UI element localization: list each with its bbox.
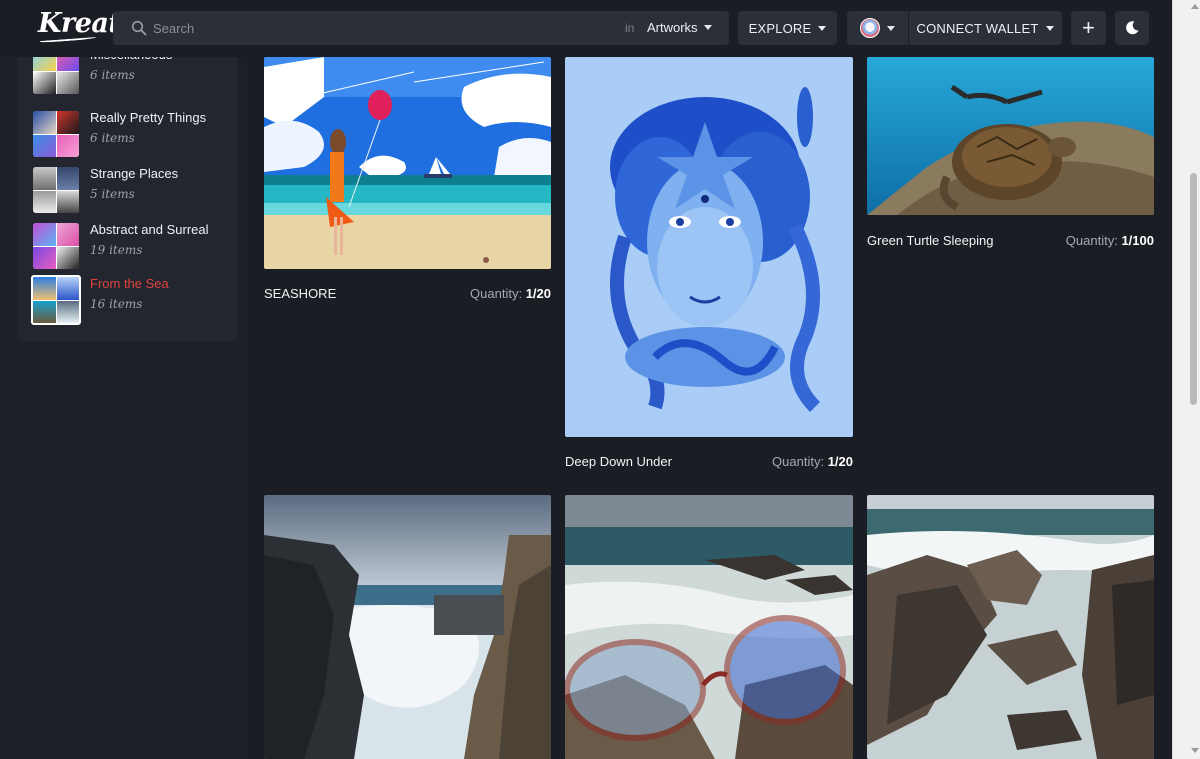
collection-thumbnail: [33, 167, 79, 213]
artwork-quantity: Quantity: 1/20: [421, 286, 551, 301]
artwork-image-glasses-on-rocks[interactable]: [565, 495, 853, 759]
quantity-value: 1/100: [1121, 233, 1154, 248]
sidebar: Miscellaneous 6 items Really Pretty Thin…: [0, 47, 247, 759]
explore-label: EXPLORE: [748, 20, 812, 36]
account-menu-button[interactable]: [847, 11, 909, 45]
search-bar: in Artworks: [113, 11, 729, 45]
deep-down-under-artwork: [565, 57, 853, 437]
chevron-down-icon: [818, 25, 827, 31]
glasses-rocks-artwork: [565, 495, 853, 759]
artwork-title[interactable]: Deep Down Under: [565, 454, 672, 469]
artwork-image-rocky-inlet[interactable]: [264, 495, 551, 759]
artwork-title[interactable]: Green Turtle Sleeping: [867, 233, 993, 248]
search-scope-label: Artworks: [647, 20, 698, 35]
artwork-quantity: Quantity: 1/20: [723, 454, 853, 469]
search-in-label: in: [625, 21, 635, 35]
artwork-image-crashing-waves[interactable]: [867, 495, 1154, 759]
scroll-down-arrow-icon[interactable]: [1191, 748, 1199, 753]
chevron-down-icon: [1046, 25, 1055, 31]
rocky-inlet-artwork: [264, 495, 551, 759]
collection-list: Miscellaneous 6 items Really Pretty Thin…: [17, 47, 237, 341]
artwork-quantity: Quantity: 1/100: [1014, 233, 1154, 248]
quantity-value: 1/20: [525, 286, 551, 301]
collection-item-abstract-and-surreal[interactable]: Abstract and Surreal 19 items: [31, 221, 231, 271]
collection-name: Really Pretty Things: [90, 110, 207, 125]
page-scrollbar-thumb[interactable]: [1190, 173, 1197, 405]
green-turtle-artwork: [867, 57, 1154, 215]
scroll-up-arrow-icon[interactable]: [1191, 4, 1199, 9]
top-bar: Kreate in Artworks EXPLORE CONNECT WALLE…: [0, 0, 1172, 57]
collection-name: From the Sea: [90, 276, 169, 291]
artwork-image-green-turtle-sleeping[interactable]: [867, 57, 1154, 215]
collection-count: 6 items: [90, 68, 135, 82]
avatar: [860, 18, 880, 38]
connect-wallet-label: CONNECT WALLET: [916, 20, 1039, 36]
collection-name: Abstract and Surreal: [90, 222, 209, 237]
collection-thumbnail: [33, 223, 79, 269]
quantity-label: Quantity:: [470, 286, 523, 301]
collection-thumbnail: [31, 275, 81, 325]
quantity-value: 1/20: [827, 454, 853, 469]
chevron-down-icon: [703, 25, 712, 30]
crashing-waves-artwork: [867, 495, 1154, 759]
artwork-grid: SEASHORE Quantity: 1/20 Deep Down Under …: [247, 57, 1172, 759]
collection-item-from-the-sea[interactable]: From the Sea 16 items: [31, 275, 231, 325]
artwork-image-seashore[interactable]: [264, 57, 551, 269]
search-input[interactable]: [153, 11, 593, 45]
collection-thumbnail: [33, 111, 79, 157]
wallet-group: CONNECT WALLET: [847, 11, 1062, 45]
collection-name: Strange Places: [90, 166, 179, 181]
search-scope-dropdown[interactable]: Artworks: [647, 20, 712, 35]
artwork-image-deep-down-under[interactable]: [565, 57, 853, 437]
collection-count: 16 items: [90, 297, 143, 311]
search-icon: [131, 20, 147, 36]
chevron-down-icon: [887, 25, 895, 31]
theme-toggle-button[interactable]: [1115, 11, 1149, 45]
quantity-label: Quantity:: [1065, 233, 1118, 248]
collection-count: 19 items: [90, 243, 143, 257]
moon-icon: [1126, 21, 1139, 35]
quantity-label: Quantity:: [772, 454, 825, 469]
explore-button[interactable]: EXPLORE: [738, 11, 837, 45]
collection-count: 6 items: [90, 131, 135, 145]
collection-item-really-pretty-things[interactable]: Really Pretty Things 6 items: [31, 109, 231, 159]
collection-item-strange-places[interactable]: Strange Places 5 items: [31, 165, 231, 215]
plus-icon: +: [1081, 15, 1096, 40]
seashore-artwork: [264, 57, 551, 269]
collection-count: 5 items: [90, 187, 135, 201]
add-button[interactable]: +: [1071, 11, 1106, 45]
artwork-title[interactable]: SEASHORE: [264, 286, 336, 301]
connect-wallet-button[interactable]: CONNECT WALLET: [909, 11, 1062, 45]
